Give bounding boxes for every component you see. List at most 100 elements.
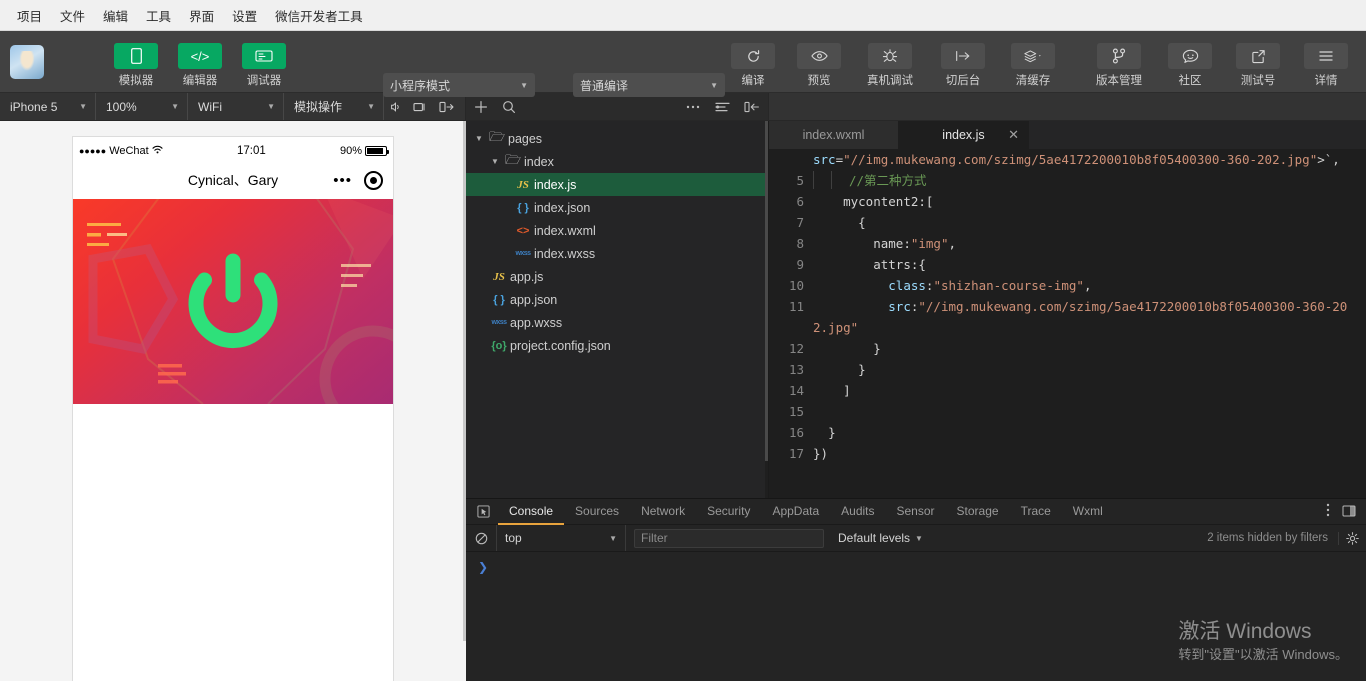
tree-item-index-wxss[interactable]: wxss index.wxss: [466, 242, 768, 265]
menu-item-settings[interactable]: 设置: [223, 3, 266, 28]
console-context-select[interactable]: top ▼: [496, 525, 626, 551]
wifi-icon: [152, 145, 163, 157]
tab-label: AppData: [772, 503, 820, 518]
clear-cache-button[interactable]: 清缓存: [1005, 43, 1061, 88]
device-select-value: iPhone 5: [10, 99, 58, 114]
compile-select[interactable]: 普通编译 ▼: [573, 73, 725, 97]
tree-item-index-js[interactable]: JS index.js: [466, 173, 768, 196]
console-output[interactable]: ❯: [466, 552, 1366, 681]
rotate-icon[interactable]: [408, 93, 432, 120]
menu-item-devtools[interactable]: 微信开发者工具: [266, 3, 372, 28]
tree-item-pages[interactable]: ▼ 🗁 pages: [466, 127, 768, 150]
menu-item-project[interactable]: 项目: [8, 3, 51, 28]
toggle-editor-button[interactable]: </> 编辑器: [174, 43, 226, 88]
preview-button[interactable]: 预览: [793, 43, 845, 88]
outline-icon[interactable]: [715, 101, 730, 113]
menu-item-interface[interactable]: 界面: [180, 3, 223, 28]
hero-text-lines-right: [341, 264, 371, 287]
tab-index-wxml[interactable]: index.wxml: [769, 121, 899, 149]
capsule-close-icon[interactable]: [364, 170, 383, 190]
battery-icon: [364, 146, 389, 156]
chevron-down-icon[interactable]: ▼: [472, 134, 486, 143]
tree-item-app-json[interactable]: { } app.json: [466, 288, 768, 311]
line-number: 11: [788, 299, 804, 314]
close-icon[interactable]: ✕: [1008, 127, 1019, 143]
search-icon[interactable]: [502, 100, 516, 114]
menu-item-edit[interactable]: 编辑: [94, 3, 137, 28]
tree-item-index-folder[interactable]: ▼ 🗁 index: [466, 150, 768, 173]
hero-text-lines-left: [87, 223, 127, 246]
tab-label: Console: [509, 503, 554, 518]
simulate-action-select[interactable]: 模拟操作 ▼: [284, 93, 384, 120]
devtools-tab-trace[interactable]: Trace: [1010, 499, 1062, 525]
devtools-tab-network[interactable]: Network: [630, 499, 696, 525]
tree-item-app-wxss[interactable]: wxss app.wxss: [466, 311, 768, 334]
code-text: src="//img.mukewang.com/szimg/5ae4172200…: [813, 152, 1340, 167]
clear-console-icon[interactable]: [466, 532, 496, 545]
network-select-value: WiFi: [198, 99, 222, 114]
toggle-debugger-button[interactable]: 调试器: [238, 43, 290, 88]
devtools-tab-sensor[interactable]: Sensor: [886, 499, 946, 525]
folder-icon: 🗁: [488, 128, 506, 144]
devtools-tab-appdata[interactable]: AppData: [761, 499, 830, 525]
tree-item-index-json[interactable]: { } index.json: [466, 196, 768, 219]
user-avatar[interactable]: [10, 44, 44, 79]
chevron-down-icon: ▼: [267, 102, 275, 111]
real-device-debug-button[interactable]: 真机调试: [859, 43, 921, 88]
tab-index-js[interactable]: index.js ✕: [899, 121, 1029, 149]
plus-icon[interactable]: [474, 100, 488, 114]
devtools-tab-audits[interactable]: Audits: [830, 499, 885, 525]
more-vertical-icon[interactable]: [1326, 503, 1330, 520]
phone-navbar: Cynical、Gary •••: [73, 161, 393, 199]
tree-item-label: app.wxss: [510, 315, 563, 330]
zoom-select-value: 100%: [106, 99, 137, 114]
network-select[interactable]: WiFi ▼: [188, 93, 284, 120]
tree-item-project-config[interactable]: {o} project.config.json: [466, 334, 768, 357]
devtools-tab-sources[interactable]: Sources: [564, 499, 630, 525]
console-prompt-icon: ❯: [478, 560, 489, 574]
community-label: 社区: [1178, 75, 1202, 87]
tree-item-label: index.wxss: [534, 246, 596, 261]
console-filter-input[interactable]: Filter: [634, 528, 824, 548]
tree-item-label: app.js: [510, 269, 544, 284]
devtools-tab-storage[interactable]: Storage: [946, 499, 1010, 525]
chevron-down-icon[interactable]: ▼: [488, 157, 502, 166]
capsule-more-icon[interactable]: •••: [333, 172, 352, 189]
device-select[interactable]: iPhone 5 ▼: [0, 93, 96, 120]
line-number: 17: [788, 446, 804, 461]
simulator-scrollbar[interactable]: [463, 121, 466, 681]
tab-label: Storage: [956, 503, 999, 518]
settings-gear-icon[interactable]: [1338, 531, 1366, 545]
phone-icon: [114, 43, 158, 69]
secondary-bar: iPhone 5 ▼ 100% ▼ WiFi ▼ 模拟操作 ▼: [0, 93, 1366, 121]
action-button-group: 编译 预览 真机调试 切后台 清缓存: [727, 43, 1061, 88]
compile-button[interactable]: 编译: [727, 43, 779, 88]
menu-item-file[interactable]: 文件: [51, 3, 94, 28]
code-line: 9 attrs:{: [769, 254, 1366, 275]
menu-item-tools[interactable]: 工具: [137, 3, 180, 28]
mode-select[interactable]: 小程序模式 ▼: [383, 73, 535, 97]
console-context-value: top: [505, 531, 522, 545]
code-line: 14 ]: [769, 380, 1366, 401]
collapse-icon[interactable]: [744, 101, 760, 113]
console-levels-select[interactable]: Default levels ▼: [838, 531, 923, 545]
dock-icon[interactable]: [1342, 504, 1356, 520]
devtools-tab-security[interactable]: Security: [696, 499, 761, 525]
switch-background-button[interactable]: 切后台: [935, 43, 991, 88]
zoom-select[interactable]: 100% ▼: [96, 93, 188, 120]
tree-item-app-js[interactable]: JS app.js: [466, 265, 768, 288]
screenshot-icon[interactable]: [432, 93, 462, 120]
code-line: 15: [769, 401, 1366, 422]
tab-label: Audits: [841, 503, 875, 518]
version-management-button[interactable]: 版本管理: [1090, 43, 1148, 88]
inspect-icon[interactable]: [468, 505, 498, 518]
devtools-tab-console[interactable]: Console: [498, 499, 565, 525]
devtools-tab-wxml[interactable]: Wxml: [1062, 499, 1114, 525]
volume-icon[interactable]: [384, 93, 408, 120]
community-button[interactable]: 社区: [1164, 43, 1216, 88]
more-icon[interactable]: [685, 104, 701, 110]
tree-item-index-wxml[interactable]: <> index.wxml: [466, 219, 768, 242]
test-account-button[interactable]: 测试号: [1232, 43, 1284, 88]
details-button[interactable]: 详情: [1300, 43, 1352, 88]
toggle-simulator-button[interactable]: 模拟器: [110, 43, 162, 88]
